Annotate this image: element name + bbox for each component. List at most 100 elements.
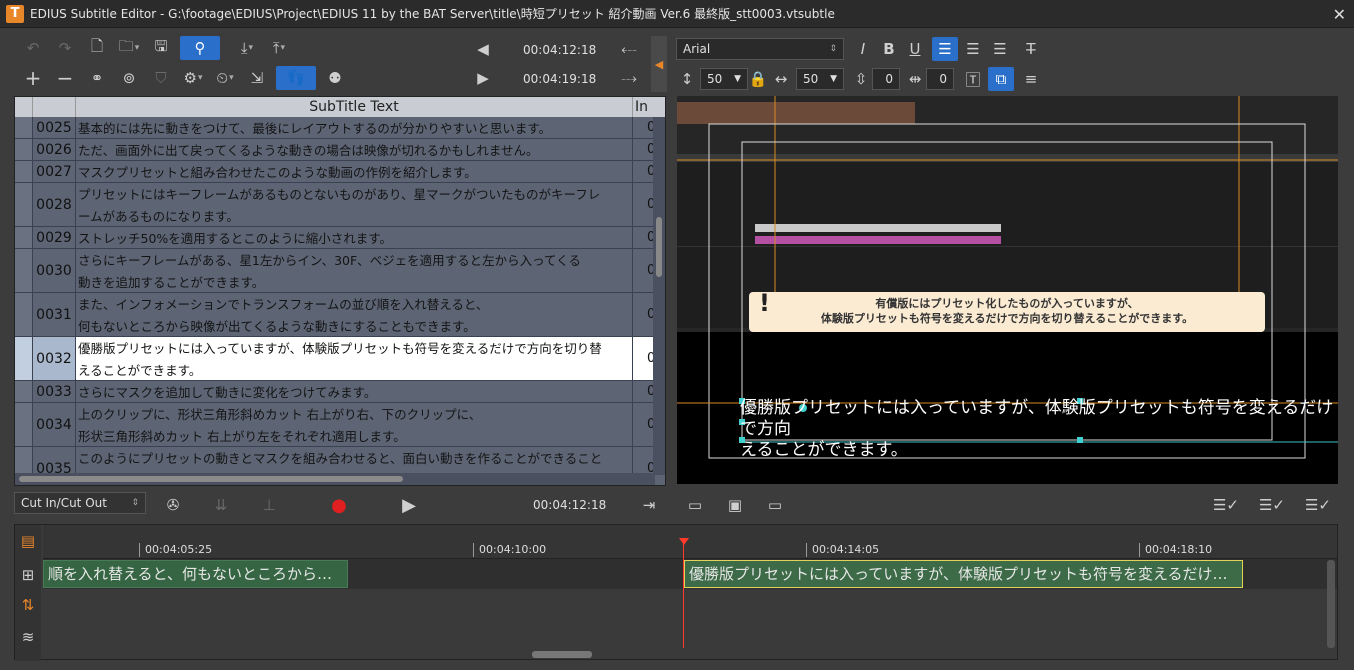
jump-icon[interactable]: ⇥: [636, 493, 662, 517]
split-icon[interactable]: ⚲: [180, 36, 220, 60]
position-top-icon[interactable]: ▭: [682, 493, 708, 517]
row-selector[interactable]: [15, 227, 33, 248]
align-left-icon[interactable]: ☰: [932, 37, 958, 61]
out-timecode[interactable]: 00:04:19:18: [523, 72, 596, 86]
footsteps-delete-icon[interactable]: ⚉: [322, 66, 348, 90]
row-selector[interactable]: [15, 293, 33, 336]
align-center-icon[interactable]: ☰: [960, 37, 986, 61]
shield-icon[interactable]: ⛉: [148, 66, 174, 90]
position-bottom-icon[interactable]: ▭: [762, 493, 788, 517]
goto-out-icon[interactable]: ⤏: [616, 66, 642, 90]
merge-icon[interactable]: ⇊: [208, 493, 234, 517]
row-in[interactable]: 0: [633, 381, 655, 402]
check-list-icon[interactable]: ☰✓: [1210, 493, 1242, 517]
playhead[interactable]: [683, 540, 684, 648]
subtitle-clip-selected[interactable]: 優勝版プリセットには入っていますが、体験版プリセットも符号を変えるだけ…: [684, 560, 1243, 588]
table-row[interactable]: 0034 上のクリップに、形状三角形斜めカット 右上がり右、下のクリップに、 形…: [15, 403, 655, 447]
collapse-panel-icon[interactable]: ◀: [651, 36, 667, 92]
char-spacing-field[interactable]: 0: [926, 68, 954, 90]
record-icon[interactable]: ●: [326, 493, 352, 517]
row-selector[interactable]: [15, 139, 33, 160]
timeline-horizontal-scrollbar[interactable]: [532, 651, 592, 658]
in-timecode[interactable]: 00:04:12:18: [523, 43, 596, 57]
table-row[interactable]: 0028 プリセットにはキーフレームがあるものとないものがあり、星マークがついた…: [15, 183, 655, 227]
row-selector[interactable]: [15, 249, 33, 292]
table-row[interactable]: 0033 さらにマスクを追加して動きに変化をつけてみます。 0: [15, 381, 655, 403]
menu-icon[interactable]: ≡: [1018, 67, 1044, 91]
save-icon[interactable]: 🖫: [148, 36, 174, 60]
mode-select[interactable]: Cut In/Cut Out ⇕: [14, 492, 146, 514]
table-horizontal-scrollbar[interactable]: [15, 473, 655, 485]
subtitle-preview-text[interactable]: 優勝版プリセットには入っていますが、体験版プリセットも符号を変えるだけで方向 え…: [740, 398, 1338, 461]
subtitle-clip[interactable]: 順を入れ替えると、何もないところから…: [43, 560, 348, 588]
text-box-icon[interactable]: 🅃: [960, 67, 986, 91]
subtitle-timeline[interactable]: ▤ ⊞ ⇅ ≋ 00:04:05:25 00:04:10:00 00:04:14…: [14, 524, 1338, 661]
video-preview[interactable]: ! 有償版にはプリセット化したものが入っていますが、 体験版プリセットも符号を変…: [677, 96, 1338, 484]
film-reel-icon[interactable]: ✇: [160, 493, 186, 517]
table-row[interactable]: 0027 マスクプリセットと組み合わせたこのような動画の作例を紹介します。 0: [15, 161, 655, 183]
subtitle-track[interactable]: 順を入れ替えると、何もないところから… 優勝版プリセットには入っていますが、体験…: [43, 559, 1337, 589]
clock-delete-icon[interactable]: ⏲: [212, 66, 238, 90]
row-selector[interactable]: [15, 381, 33, 402]
underline-button[interactable]: U: [902, 37, 928, 61]
set-in-icon[interactable]: ◀: [470, 37, 496, 61]
link-icon[interactable]: ⇲: [244, 66, 270, 90]
header-subtitle-text[interactable]: SubTitle Text: [76, 97, 633, 117]
row-in[interactable]: 0: [633, 337, 655, 380]
row-text[interactable]: 上のクリップに、形状三角形斜めカット 右上がり右、下のクリップに、 形状三角形斜…: [76, 403, 633, 446]
align-right-icon[interactable]: ☰: [987, 37, 1013, 61]
position-center-icon[interactable]: ▣: [722, 493, 748, 517]
goto-in-icon[interactable]: ⤎: [616, 37, 642, 61]
font-width-field[interactable]: 50 ▼: [796, 68, 844, 90]
scroll-thumb[interactable]: [656, 217, 662, 277]
import-icon[interactable]: ⤓: [234, 36, 260, 60]
clear-format-icon[interactable]: T̶: [1018, 37, 1044, 61]
row-text[interactable]: また、インフォメーションでトランスフォームの並び順を入れ替えると、 何もないとこ…: [76, 293, 633, 336]
timeline-settings-icon[interactable]: ▤: [15, 529, 41, 553]
playhead-marker-icon[interactable]: [679, 538, 689, 545]
italic-button[interactable]: I: [850, 37, 876, 61]
row-selector[interactable]: [15, 403, 33, 446]
split-down-icon[interactable]: ⊥: [256, 493, 282, 517]
row-in[interactable]: 0: [633, 403, 655, 446]
track-icon[interactable]: ⊞: [15, 563, 41, 587]
scroll-thumb[interactable]: [19, 476, 403, 482]
close-icon[interactable]: ✕: [1333, 5, 1346, 24]
row-text[interactable]: さらにキーフレームがある、星1左からイン、30F、ベジェを適用すると左から入って…: [76, 249, 633, 292]
gear-icon[interactable]: ⚙: [180, 66, 206, 90]
table-row[interactable]: 0031 また、インフォメーションでトランスフォームの並び順を入れ替えると、 何…: [15, 293, 655, 337]
row-in[interactable]: 0: [633, 161, 655, 182]
table-row[interactable]: 0026 ただ、画面外に出て戻ってくるような動きの場合は映像が切れるかもしれませ…: [15, 139, 655, 161]
font-size-field[interactable]: 50 ▼: [700, 68, 748, 90]
check-list-3-icon[interactable]: ☰✓: [1302, 493, 1334, 517]
row-in[interactable]: 0: [633, 227, 655, 248]
row-text[interactable]: 優勝版プリセットには入っていますが、体験版プリセットも符号を変えるだけで方向を切…: [76, 337, 633, 380]
bold-button[interactable]: B: [876, 37, 902, 61]
row-text[interactable]: 基本的には先に動きをつけて、最後にレイアウトするのが分かりやすいと思います。: [76, 117, 633, 138]
binoculars-icon[interactable]: ⚭: [84, 66, 110, 90]
footsteps-icon[interactable]: 👣: [276, 66, 316, 90]
open-folder-icon[interactable]: 🗀: [116, 36, 142, 60]
add-icon[interactable]: +: [20, 66, 46, 90]
row-in[interactable]: 0: [633, 139, 655, 160]
sync-icon[interactable]: ⇅: [15, 593, 41, 617]
row-in[interactable]: 0: [633, 183, 655, 226]
play-icon[interactable]: ▶: [396, 493, 422, 517]
row-text[interactable]: ストレッチ50%を適用するとこのように縮小されます。: [76, 227, 633, 248]
timeline-ruler[interactable]: 00:04:05:25 00:04:10:00 00:04:14:05 00:0…: [43, 525, 1337, 559]
row-text[interactable]: マスクプリセットと組み合わせたこのような動画の作例を紹介します。: [76, 161, 633, 182]
row-text[interactable]: さらにマスクを追加して動きに変化をつけてみます。: [76, 381, 633, 402]
row-in[interactable]: 0: [633, 249, 655, 292]
undo-icon[interactable]: ↶: [20, 36, 46, 60]
row-in[interactable]: 0: [633, 293, 655, 336]
row-selector[interactable]: [15, 161, 33, 182]
row-selector[interactable]: [15, 337, 33, 380]
line-spacing-field[interactable]: 0: [872, 68, 900, 90]
header-in[interactable]: In: [635, 97, 655, 117]
row-text[interactable]: プリセットにはキーフレームがあるものとないものがあり、星マークがついたものがキー…: [76, 183, 633, 226]
timeline-vertical-scrollbar[interactable]: [1327, 560, 1335, 648]
row-text[interactable]: ただ、画面外に出て戻ってくるような動きの場合は映像が切れるかもしれません。: [76, 139, 633, 160]
table-row[interactable]: 0029 ストレッチ50%を適用するとこのように縮小されます。 0: [15, 227, 655, 249]
layers-icon[interactable]: ≋: [15, 625, 41, 649]
export-icon[interactable]: ⤒: [266, 36, 292, 60]
